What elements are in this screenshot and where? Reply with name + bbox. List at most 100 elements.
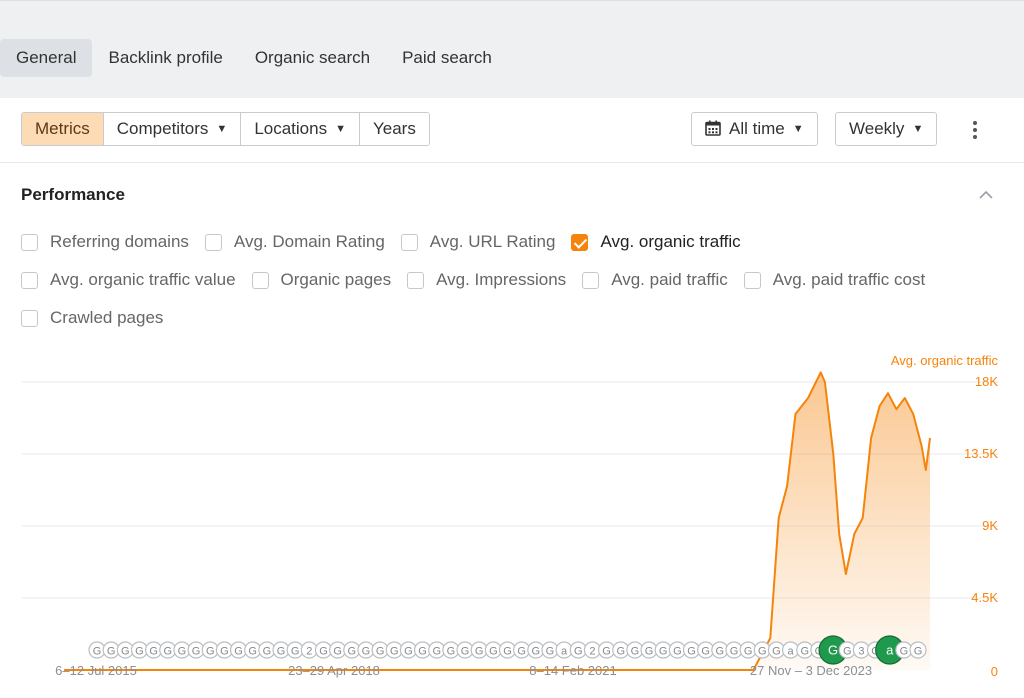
chevron-down-icon: ▼ [912,123,924,135]
metric-toggle-avg-domain-rating[interactable]: Avg. Domain Rating [204,232,385,252]
kebab-menu-icon[interactable] [967,118,983,142]
metric-toggle-avg-organic-traffic[interactable]: Avg. organic traffic [571,232,741,252]
marker-label: G [135,646,144,658]
marker-label: G [192,646,201,658]
marker-label: G [503,646,512,658]
chevron-down-icon: ▼ [335,123,346,135]
performance-chart: 0 4.5K 9K 13.5K 18K Avg. organic traffic G G G G G… [0,340,1024,698]
marker-label: G [716,646,725,658]
marker-label: a [788,646,795,658]
checkbox[interactable] [251,271,269,289]
marker-label: G [348,646,357,658]
checkbox[interactable] [21,233,38,251]
traffic-area [753,372,930,670]
x-tick-label: 8–14 Feb 2021 [529,663,616,678]
marker-label: G [517,646,526,658]
google-update-marker[interactable]: G [909,641,927,659]
metric-toggle-organic-pages[interactable]: Organic pages [251,270,392,290]
y-axis-title: Avg. organic traffic [891,353,999,368]
checkbox[interactable] [582,271,600,289]
metric-row-1: Referring domains Avg. Domain Rating Avg. … [21,230,757,254]
segment-label: Metrics [35,119,90,138]
marker-label: G [616,646,625,658]
y-tick-label: 18K [975,374,998,389]
marker-label: G [319,646,328,658]
metric-label: Avg. organic traffic value [50,270,236,289]
marker-label: G [687,646,696,658]
metric-label: Avg. paid traffic [611,270,728,289]
tab-general[interactable]: General [0,39,93,77]
y-tick-label: 13.5K [964,446,998,461]
tab-backlink-profile[interactable]: Backlink profile [92,39,238,77]
marker-label: G [673,646,682,658]
segment-locations[interactable]: Locations ▼ [240,113,359,145]
metric-toggle-avg-impressions[interactable]: Avg. Impressions [407,270,566,290]
tab-organic-search[interactable]: Organic search [239,39,386,77]
marker-label: G [843,646,852,658]
date-range-dropdown[interactable]: All time ▼ [691,112,818,146]
marker-label: G [163,646,172,658]
segment-label: Competitors [116,119,209,138]
marker-label: G [107,646,116,658]
segment-label: Years [372,119,416,138]
interval-dropdown[interactable]: Weekly ▼ [835,112,938,146]
metric-toggle-crawled-pages[interactable]: Crawled pages [21,308,163,328]
metric-toggle-avg-organic-traffic-value[interactable]: Avg. organic traffic value [21,270,236,290]
marker-label: G [121,646,130,658]
metric-row-3: Crawled pages [21,306,179,330]
segment-metrics[interactable]: Metrics [22,113,103,145]
metric-toggle-avg-paid-traffic[interactable]: Avg. paid traffic [582,270,728,290]
performance-title: Performance [21,185,125,204]
metric-label: Organic pages [280,270,392,289]
checkbox[interactable] [21,309,38,327]
metric-label: Avg. URL Rating [429,232,556,251]
segment-years[interactable]: Years [358,113,429,145]
marker-label: 2 [589,646,595,658]
segment-competitors[interactable]: Competitors ▼ [102,113,241,145]
report-tabs: General Backlink profile Organic search Pai… [0,39,508,77]
metric-label: Avg. Domain Rating [233,232,385,251]
marker-label: G [404,646,413,658]
checkbox[interactable] [743,271,761,289]
metric-row-2: Avg. organic traffic value Organic pages A… [21,268,941,292]
marker-label: G [291,646,300,658]
checkbox[interactable] [400,233,418,251]
marker-label: G [914,646,923,658]
marker-label: G [234,646,243,658]
marker-label: G [248,646,257,658]
interval-label: Weekly [849,119,905,138]
checkbox[interactable] [204,233,222,251]
marker-label: G [461,646,470,658]
marker-label: G [93,646,102,658]
checkbox[interactable] [571,233,589,251]
checkbox[interactable] [21,271,38,289]
chevron-down-icon: ▼ [216,123,228,135]
segment-label: Locations [254,119,328,138]
view-segmented-control: Metrics Competitors ▼ Locations ▼ Years [21,112,430,146]
metric-toggle-referring-domains[interactable]: Referring domains [21,232,189,252]
y-tick-label: 9K [982,518,998,533]
y-tick-label: 4.5K [971,590,998,605]
y-tick-label: 0 [991,664,998,679]
x-tick-label: 23–29 Apr 2018 [288,663,380,678]
metric-toggle-avg-url-rating[interactable]: Avg. URL Rating [400,232,556,252]
checkbox[interactable] [407,271,425,289]
metric-toggle-avg-paid-traffic-cost[interactable]: Avg. paid traffic cost [743,270,926,290]
marker-label: G [772,646,781,658]
marker-label: G [730,646,739,658]
metric-label: Avg. paid traffic cost [772,270,926,289]
traffic-chart-svg: 04.5K9K13.5K18KAvg. organic trafficG G G G G… [22,353,999,679]
chevron-up-icon[interactable] [977,186,995,204]
calendar-icon [705,120,721,136]
marker-label: G [489,646,498,658]
marker-label: 2 [306,646,312,658]
marker-label: G [631,646,640,658]
marker-label: G [602,646,611,658]
marker-label: a [561,646,568,658]
marker-label: G [263,646,272,658]
tab-paid-search[interactable]: Paid search [386,39,508,77]
marker-label: G [574,646,583,658]
metric-label: Avg. organic traffic [600,232,741,251]
top-tab-bar: General Backlink profile Organic search Pai… [0,0,1024,98]
metric-label: Referring domains [50,232,189,251]
